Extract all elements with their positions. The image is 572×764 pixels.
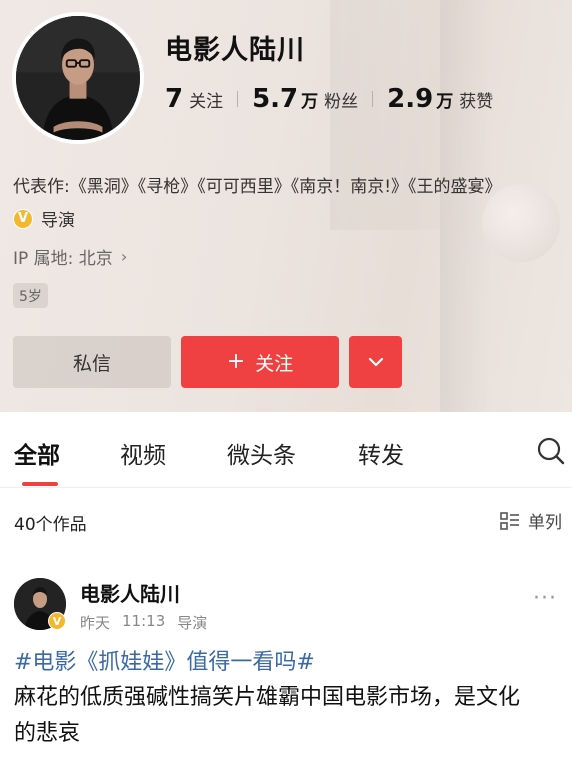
profile-stats: 7 关注 5.7 万 粉丝 2.9 万 获赞 bbox=[165, 84, 493, 114]
section-gap bbox=[0, 550, 572, 562]
verified-badge-icon: V bbox=[13, 208, 33, 229]
likes-unit: 万 bbox=[436, 92, 454, 112]
content-tabs: 全部 视频 微头条 转发 bbox=[0, 412, 572, 488]
tab-reposts[interactable]: 转发 bbox=[358, 436, 404, 470]
likes-label: 获赞 bbox=[459, 92, 494, 112]
followers-count[interactable]: 5.7 bbox=[252, 84, 298, 114]
following-label[interactable]: 关注 bbox=[189, 87, 223, 112]
post-date: 昨天 bbox=[80, 614, 111, 632]
chevron-right-icon: › bbox=[120, 247, 128, 266]
verified-badge-icon: V bbox=[48, 612, 66, 630]
post-card[interactable]: V 电影人陆川 昨天 11:13 导演 ··· #电影《抓娃娃》值得一看吗# 麻… bbox=[0, 562, 572, 764]
plus-icon: + bbox=[226, 349, 246, 374]
more-options-icon[interactable]: ··· bbox=[533, 586, 557, 611]
post-body-text: 麻花的低质强碱性搞笑片雄霸中国电影市场，是文化的悲哀 bbox=[14, 685, 521, 746]
ip-location-row[interactable]: IP 属地: 北京 › bbox=[13, 244, 127, 269]
avatar-portrait-icon bbox=[16, 16, 140, 140]
view-mode-label: 单列 bbox=[528, 513, 562, 533]
recommend-dropdown-button[interactable] bbox=[349, 336, 402, 388]
message-button[interactable]: 私信 bbox=[13, 336, 171, 388]
works-header: 40个作品 单列 bbox=[0, 490, 572, 550]
verification-title: 导演 bbox=[41, 211, 75, 231]
following-count[interactable]: 7 bbox=[165, 84, 183, 114]
stat-divider bbox=[372, 91, 374, 107]
view-mode-toggle[interactable]: 单列 bbox=[500, 508, 562, 533]
tab-micro-posts[interactable]: 微头条 bbox=[227, 436, 296, 470]
followers-label[interactable]: 粉丝 bbox=[324, 87, 358, 112]
post-time: 11:13 bbox=[122, 612, 166, 630]
works-count: 40个作品 bbox=[14, 515, 87, 535]
stat-divider bbox=[237, 91, 239, 107]
representative-works: 代表作:《黑洞》《寻枪》《可可西里》《南京！南京!》《王的盛宴》 bbox=[13, 177, 502, 197]
profile-avatar[interactable] bbox=[12, 12, 144, 144]
verification-row: V 导演 bbox=[13, 206, 75, 231]
post-author-title: 导演 bbox=[177, 614, 208, 632]
profile-name: 电影人陆川 bbox=[165, 35, 305, 66]
tab-all[interactable]: 全部 bbox=[14, 436, 60, 470]
profile-header: 电影人陆川 7 关注 5.7 万 粉丝 2.9 万 获赞 代表作:《黑洞》《寻枪… bbox=[0, 0, 572, 412]
followers-unit: 万 bbox=[301, 92, 319, 112]
follow-button-label: 关注 bbox=[255, 352, 294, 375]
search-icon[interactable] bbox=[536, 436, 566, 466]
ip-location-text: IP 属地: 北京 bbox=[13, 249, 113, 269]
post-topic-link[interactable]: #电影《抓娃娃》值得一看吗# bbox=[14, 644, 315, 676]
post-meta: 昨天 11:13 导演 bbox=[80, 612, 219, 633]
account-age-chip: 5岁 bbox=[13, 283, 48, 308]
chevron-down-icon bbox=[368, 357, 383, 367]
likes-count: 2.9 bbox=[387, 84, 434, 114]
post-author-name[interactable]: 电影人陆川 bbox=[80, 578, 180, 607]
follow-button[interactable]: + 关注 bbox=[181, 336, 339, 388]
list-view-icon bbox=[500, 511, 519, 530]
profile-page: 电影人陆川 7 关注 5.7 万 粉丝 2.9 万 获赞 代表作:《黑洞》《寻枪… bbox=[0, 0, 572, 764]
active-tab-indicator bbox=[22, 482, 58, 486]
tab-videos[interactable]: 视频 bbox=[120, 436, 166, 470]
